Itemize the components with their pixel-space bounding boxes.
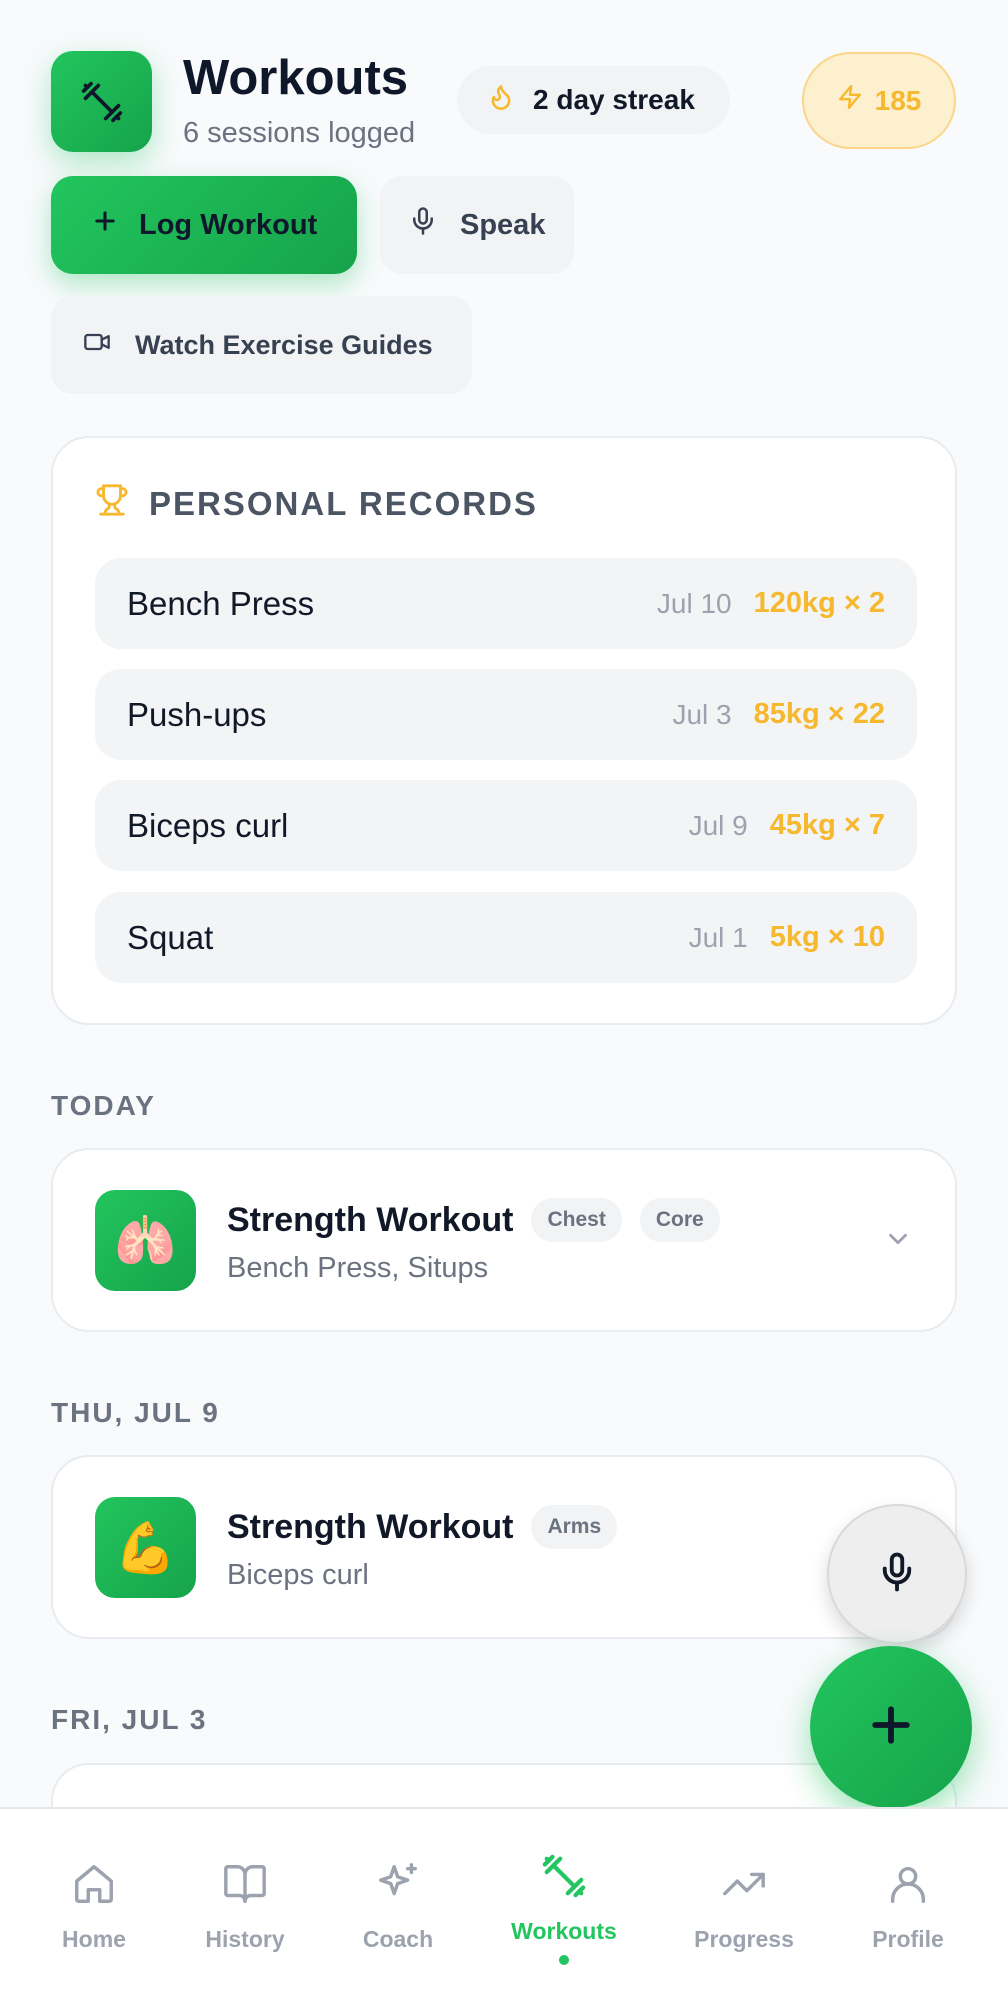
record-row[interactable]: Bench Press Jul 10 120kg × 2: [95, 558, 917, 649]
record-value: 5kg × 10: [769, 921, 885, 953]
record-date: Jul 1: [688, 921, 748, 953]
record-value: 120kg × 2: [753, 587, 885, 619]
speak-label: Speak: [460, 208, 546, 241]
chevron-down-icon[interactable]: [883, 1224, 913, 1259]
active-indicator-dot: [559, 1955, 569, 1965]
record-date: Jul 9: [688, 809, 748, 841]
lungs-icon: 🫁: [95, 1190, 196, 1291]
record-value: 45kg × 7: [769, 809, 885, 841]
section-label-thu-jul-9: THU, JUL 9: [51, 1397, 220, 1428]
workout-emoji: 🫁: [114, 1212, 177, 1269]
nav-label: Home: [62, 1926, 126, 1952]
nav-item-profile[interactable]: Profile: [838, 1861, 978, 1953]
record-date: Jul 10: [656, 587, 732, 619]
record-date: Jul 3: [672, 698, 732, 730]
workout-exercises: Biceps curl: [227, 1559, 369, 1591]
record-exercise: Biceps curl: [127, 806, 289, 844]
nav-item-home[interactable]: Home: [24, 1861, 164, 1953]
nav-label: Progress: [694, 1926, 794, 1952]
workout-tag: Chest: [531, 1198, 622, 1242]
nav-item-progress[interactable]: Progress: [674, 1861, 814, 1953]
sparkle-icon: [375, 1861, 421, 1912]
workout-tag: Core: [639, 1198, 720, 1242]
record-row[interactable]: Biceps curl Jul 9 45kg × 7: [95, 780, 917, 871]
record-value: 85kg × 22: [753, 698, 885, 730]
plus-icon: [91, 207, 119, 243]
section-label-today: TODAY: [51, 1090, 156, 1121]
workout-title-row: Strength Workout Arms: [227, 1505, 618, 1549]
trending-up-icon: [721, 1861, 767, 1912]
record-exercise: Push-ups: [127, 695, 267, 733]
nav-item-history[interactable]: History: [175, 1861, 315, 1953]
workout-name: Strength Workout: [227, 1507, 514, 1546]
sessions-count: 6 sessions logged: [183, 117, 416, 149]
nav-item-coach[interactable]: Coach: [328, 1861, 468, 1953]
record-row[interactable]: Squat Jul 1 5kg × 10: [95, 892, 917, 983]
home-icon: [71, 1861, 117, 1912]
workout-tag: Arms: [531, 1505, 618, 1549]
nav-label: History: [205, 1926, 285, 1952]
microphone-icon: [408, 205, 438, 245]
workout-emoji: 💪: [114, 1519, 177, 1576]
workout-exercises: Bench Press, Situps: [227, 1252, 489, 1284]
workout-title-row: Strength Workout Chest Core: [227, 1198, 720, 1242]
watch-guides-button[interactable]: Watch Exercise Guides: [51, 296, 472, 394]
records-header: PERSONAL RECORDS: [95, 482, 538, 526]
add-workout-button[interactable]: [810, 1646, 972, 1808]
streak-label: 2 day streak: [533, 84, 695, 115]
points-badge[interactable]: 185: [802, 52, 956, 149]
page-title: Workouts: [183, 51, 409, 105]
voice-input-button[interactable]: [827, 1504, 967, 1644]
streak-badge[interactable]: 2 day streak: [457, 66, 730, 134]
nav-label: Profile: [872, 1926, 944, 1952]
flame-icon: [487, 82, 515, 119]
dumbbell-icon: [51, 51, 152, 152]
section-label-fri-jul-3: FRI, JUL 3: [51, 1704, 208, 1735]
bottom-nav: Home History Coach Workouts Progress Pro…: [0, 1807, 1008, 1993]
lightning-icon: [837, 83, 863, 118]
nav-label: Coach: [362, 1926, 434, 1952]
workout-name: Strength Workout: [227, 1200, 514, 1239]
flexed-bicep-icon: 💪: [95, 1497, 196, 1598]
dumbbell-icon: [541, 1853, 587, 1904]
log-workout-label: Log Workout: [139, 208, 318, 241]
record-exercise: Squat: [127, 918, 214, 956]
microphone-icon: [876, 1548, 918, 1601]
points-value: 185: [874, 84, 922, 116]
trophy-icon: [95, 482, 129, 526]
speak-button[interactable]: Speak: [380, 176, 574, 274]
nav-label: Workouts: [511, 1918, 617, 1944]
workout-card[interactable]: 🫁 Strength Workout Chest Core Bench Pres…: [51, 1148, 957, 1332]
nav-item-workouts[interactable]: Workouts: [494, 1853, 634, 1965]
personal-records-card: PERSONAL RECORDS Bench Press Jul 10 120k…: [51, 436, 957, 1025]
log-workout-button[interactable]: Log Workout: [51, 176, 357, 274]
record-row[interactable]: Push-ups Jul 3 85kg × 22: [95, 669, 917, 760]
workout-card[interactable]: 💪 Strength Workout Arms Biceps curl: [51, 1455, 957, 1639]
plus-icon: [864, 1698, 918, 1757]
records-title: PERSONAL RECORDS: [149, 485, 538, 522]
workouts-screen: Workouts 6 sessions logged 2 day streak …: [0, 0, 1008, 1993]
watch-guides-label: Watch Exercise Guides: [135, 329, 433, 360]
video-icon: [81, 328, 113, 363]
user-icon: [885, 1861, 931, 1912]
book-icon: [222, 1861, 268, 1912]
record-exercise: Bench Press: [127, 584, 315, 622]
